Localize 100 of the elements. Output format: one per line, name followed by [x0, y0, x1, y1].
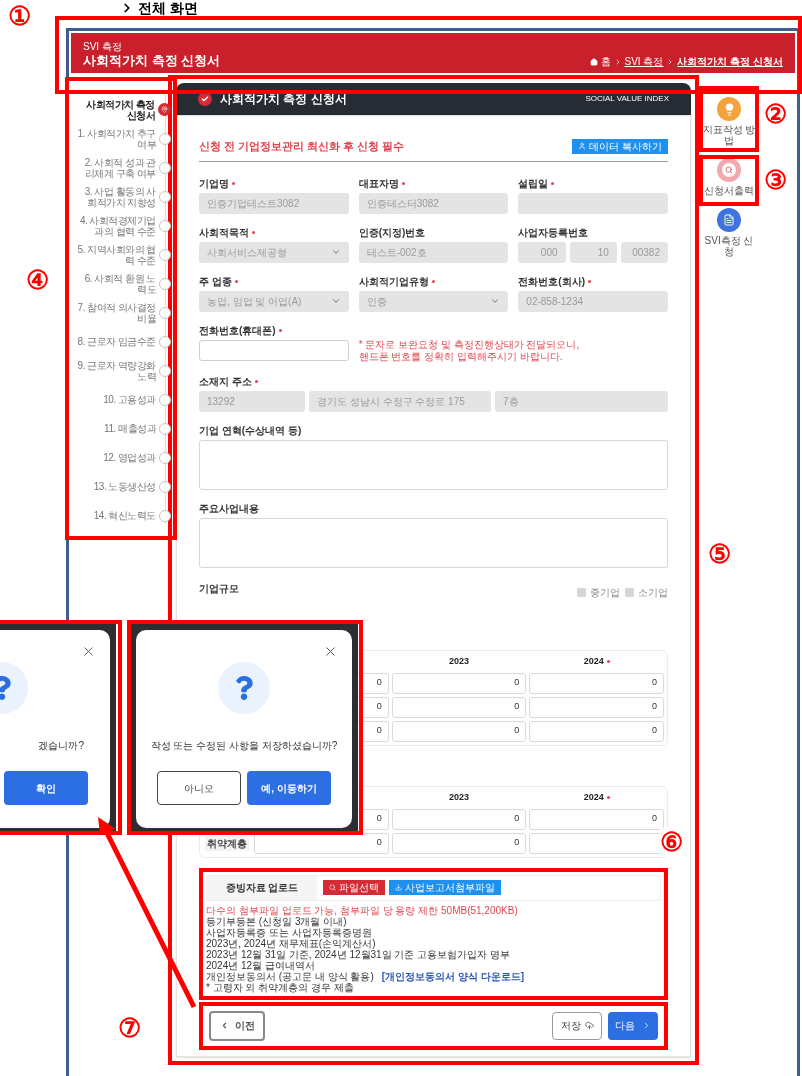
field-label: 인증(지정)번호	[358, 226, 426, 239]
number-field[interactable]: 0	[391, 672, 527, 694]
confirm-button[interactable]: 예, 이동하기	[247, 771, 331, 805]
notice-text: 신청 전 기업정보관리 최신화 후 신청 필수	[199, 139, 405, 154]
column-header: 2023	[448, 790, 469, 804]
document-item: 개인정보동의서 (공고문 내 양식 활용)	[206, 970, 374, 982]
chevron-right-icon	[642, 1021, 651, 1030]
step-link[interactable]: 14. 혁신노력도	[76, 510, 156, 521]
chevron-down-icon	[330, 247, 341, 257]
field-label: 전화번호(휴대폰)	[199, 324, 276, 337]
search-icon	[329, 884, 336, 891]
breadcrumb-link[interactable]: 홈	[600, 54, 611, 69]
step-link[interactable]: 5. 지역사회와의 협력 수준	[76, 243, 156, 266]
field-label: 사회적기업유형	[358, 275, 429, 288]
step-link[interactable]: 7. 참여적 의사결정 비율	[76, 301, 156, 324]
attachment-button[interactable]: 사업보고서첨부파일	[389, 880, 501, 895]
text-field[interactable]	[518, 192, 668, 214]
text-field[interactable]	[199, 339, 349, 361]
previous-button[interactable]: 이전	[209, 1010, 265, 1041]
step-link[interactable]: 사회적가치 측정 신청서	[75, 98, 155, 121]
close-icon[interactable]	[323, 644, 338, 659]
copy-data-button[interactable]: 데이터 복사하기	[572, 138, 668, 154]
quick-link[interactable]: SVI측정 신청	[701, 235, 757, 257]
field-label: 기업규모	[199, 581, 239, 596]
row-header: 취약계층	[205, 835, 249, 851]
number-field[interactable]: 0	[529, 720, 664, 742]
close-icon[interactable]	[81, 644, 96, 659]
step-link[interactable]: 11. 매출성과	[76, 423, 156, 434]
document-item: 2024년 12월 급여내역서	[206, 959, 315, 971]
column-header: 2023	[448, 654, 469, 668]
step-link[interactable]: 13. 노동생산성	[76, 481, 156, 492]
save-button[interactable]: 저장	[552, 1011, 602, 1040]
step-link[interactable]: 1. 사회적가치 추구 여부	[76, 127, 156, 150]
step-link[interactable]: 2. 사회적 성과 관리체계 구축 여부	[76, 156, 156, 179]
breadcrumb-link[interactable]: SVI 측정	[624, 54, 664, 69]
document-icon[interactable]	[717, 208, 741, 232]
dialog-message: 작성 또는 수정된 사항을 저장하셨습니까?	[150, 739, 338, 753]
download-icon	[395, 884, 402, 891]
search-icon[interactable]	[717, 158, 741, 182]
field-label: 대표자명	[358, 177, 399, 190]
next-button[interactable]: 다음	[608, 1011, 658, 1040]
step-link[interactable]: 10. 고용성과	[76, 394, 156, 405]
confirm-button[interactable]: 확인	[4, 771, 88, 805]
number-field[interactable]: 0	[529, 672, 664, 694]
step-link[interactable]: 12. 영업성과	[76, 452, 156, 463]
document-item: 사업자등록증 또는 사업자등록증명원	[206, 926, 373, 938]
breadcrumb-link[interactable]: 사회적가치 측정 신청서	[677, 54, 783, 69]
column-header: 2024	[583, 790, 604, 804]
annotation-box	[699, 155, 759, 206]
number-field[interactable]: 0	[529, 808, 664, 830]
text-area[interactable]	[199, 439, 668, 490]
document-item: 2023년 12월 31일 기준, 2024년 12월31일 기준 고용보험가입자 명부	[206, 948, 511, 960]
lightbulb-icon[interactable]	[717, 97, 741, 121]
step-link[interactable]: 3. 사업 활동의 사회적가치 지향성	[76, 185, 156, 208]
page-title: 사회적가치 측정 신청서	[83, 53, 221, 69]
document-note: * 고령자 외 취약계층의 경우 제출	[206, 981, 354, 993]
upload-limit-note: 다수의 첨부파일 업로드 가능, 첨부파일 당 용량 제한 50MB(51,200KB)	[206, 904, 519, 916]
upload-label: 증빙자료 업로드	[207, 875, 317, 900]
number-field[interactable]: 0	[391, 832, 527, 854]
person-icon	[578, 142, 587, 151]
cancel-button[interactable]: 아니오	[157, 771, 241, 805]
home-icon[interactable]	[589, 57, 598, 66]
field-label: 사업자등록번호	[518, 226, 589, 239]
step-link[interactable]: 8. 근로자 임금수준	[76, 336, 156, 347]
chevron-down-icon	[330, 296, 341, 306]
step-link[interactable]: 9. 근로자 역량강화 노력	[76, 359, 156, 382]
document-item: 등기부등본 (신청일 3개월 이내)	[206, 915, 347, 927]
field-label: 사회적목적	[199, 226, 249, 239]
download-link[interactable]: [개인정보동의서 양식 다운로드]	[381, 970, 524, 982]
step-link[interactable]: 4. 사회적경제기업과의 협력 수준	[76, 214, 156, 237]
number-field[interactable]: 0	[391, 808, 527, 830]
checkbox-label: 중기업	[590, 585, 620, 600]
section-label: SVI 측정	[83, 41, 123, 53]
question-icon	[218, 662, 270, 714]
cloud-upload-icon	[584, 1021, 594, 1030]
number-field[interactable]: 0	[391, 696, 527, 718]
column-header: 2024	[583, 654, 604, 668]
step-link[interactable]: 6. 사회적 환원 노력도	[76, 272, 156, 295]
field-label: 소재지 주소	[199, 375, 252, 388]
field-label: 전화번호(회사)	[518, 275, 585, 288]
field-label: 주요사업내용	[199, 502, 259, 515]
field-label: 기업명	[199, 177, 229, 190]
number-field[interactable]: 0	[391, 720, 527, 742]
panel-subtitle: SOCIAL VALUE INDEX	[585, 93, 669, 105]
annotation-number: ⑥	[660, 828, 683, 856]
checkbox[interactable]	[577, 587, 586, 597]
field-label: 주 업종	[199, 275, 232, 288]
number-field[interactable]: 0	[529, 696, 664, 718]
field-note: * 문자로 보완요청 및 측정진행상태가 전달되오니, 핸드폰 번호를 정확히 입력해주시기 바랍니다.	[358, 338, 580, 363]
field-label: 설립일	[518, 177, 549, 190]
checkbox[interactable]	[625, 587, 634, 597]
quick-link[interactable]: 신청서출력	[704, 185, 754, 196]
quick-link[interactable]: 지표작성 방법	[701, 124, 757, 146]
checkbox-label: 소기업	[638, 585, 668, 600]
document-item: 2023년, 2024년 재무제표(손익계산서)	[206, 937, 377, 949]
dialog-message: 겠습니까?	[38, 739, 84, 753]
panel-title: 사회적가치 측정 신청서	[220, 91, 347, 108]
file-select-button[interactable]: 파일선택	[323, 880, 385, 895]
field-label: 기업 연혁(수상내역 등)	[199, 424, 302, 437]
text-area[interactable]	[199, 517, 668, 568]
